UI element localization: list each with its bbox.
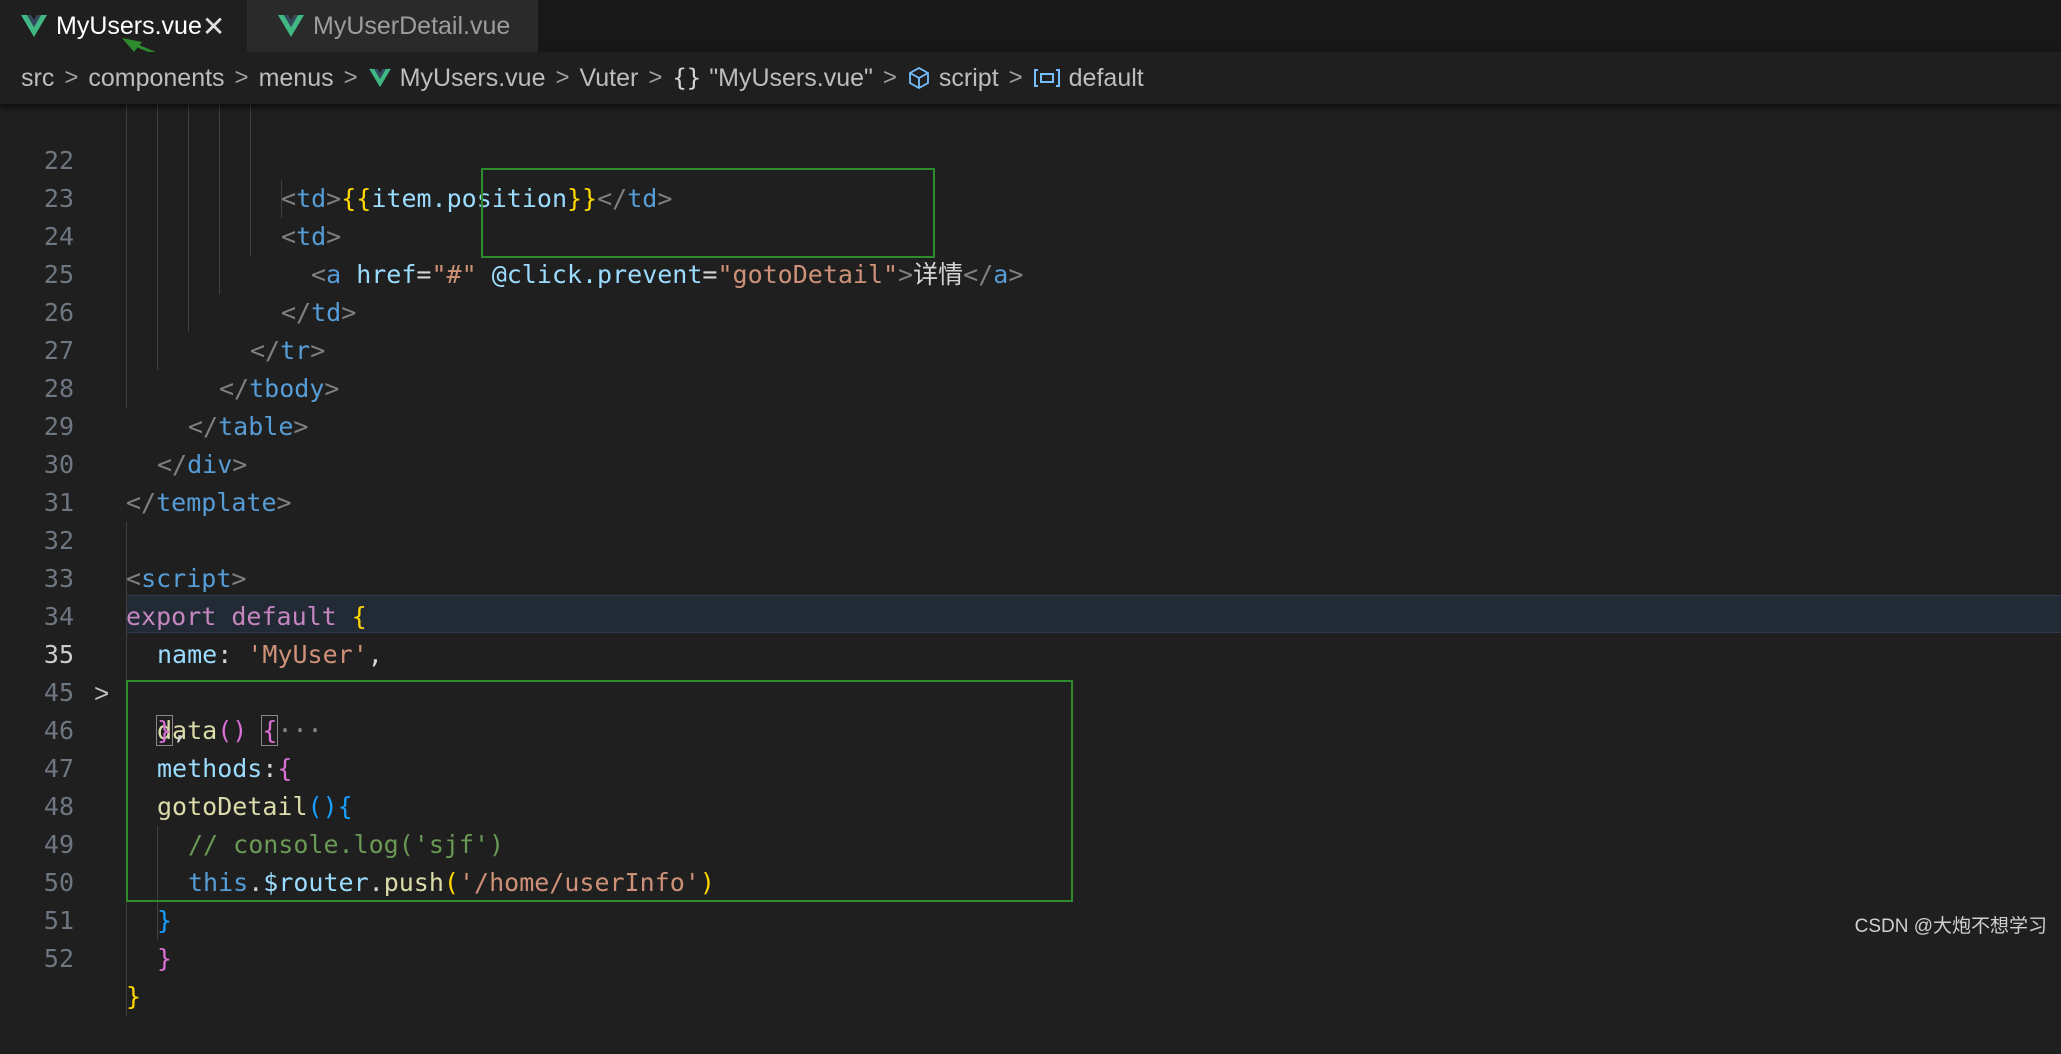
breadcrumb-item-script[interactable]: script	[907, 64, 999, 93]
breadcrumb: src > components > menus > MyUsers.vue >…	[0, 52, 2061, 104]
braces-icon: {}	[672, 64, 702, 92]
code-line: 30 </template>	[0, 408, 2061, 517]
vue-icon	[368, 68, 391, 88]
code-editor[interactable]: 22 <td>{{item.position}}</td> 23 <td> 24…	[0, 104, 2061, 1016]
chevron-right-icon: >	[234, 64, 249, 91]
code-line: 32 <script>	[0, 484, 2061, 593]
cube-icon	[909, 66, 929, 90]
breadcrumb-file-label: MyUsers.vue	[399, 63, 546, 92]
chevron-right-icon: >	[343, 64, 358, 91]
breadcrumb-module-label: "MyUsers.vue"	[709, 63, 873, 92]
field-icon	[1033, 69, 1060, 87]
code-line: 45 },	[0, 636, 2061, 746]
code-line: 26 </tr>	[0, 256, 2061, 365]
breadcrumb-script-label: script	[938, 63, 999, 92]
breadcrumb-item-menus[interactable]: menus	[259, 64, 334, 93]
breadcrumb-item-components[interactable]: components	[88, 64, 224, 93]
code-line: 31	[0, 446, 2061, 517]
code-line: 22 <td>{{item.position}}</td>	[0, 104, 2061, 213]
code-line: 25 </td>	[0, 218, 2061, 327]
tab-myuserdetail-vue[interactable]: MyUserDetail.vue	[247, 0, 538, 52]
breadcrumb-item-vuter[interactable]: Vuter	[580, 64, 639, 93]
breadcrumb-item-default[interactable]: default	[1033, 64, 1144, 93]
breadcrumb-default-label: default	[1068, 63, 1144, 92]
code-line: 28 </table>	[0, 332, 2061, 441]
editor-tab-bar: MyUsers.vue ✕ MyUserDetail.vue	[0, 0, 2061, 52]
annotation-box-click-handler	[481, 168, 935, 258]
code-line: 27 </tbody>	[0, 294, 2061, 403]
chevron-right-icon: >	[882, 64, 897, 91]
watermark: CSDN @大炮不想学习	[1854, 916, 2047, 937]
code-line-current: 35 > data() {···	[0, 598, 2061, 746]
annotation-box-methods	[126, 680, 1073, 902]
chevron-right-icon: >	[648, 64, 663, 91]
tab-label: MyUserDetail.vue	[313, 11, 511, 40]
code-line: 24 <a href="#" @click.prevent="gotoDetai…	[0, 180, 2061, 289]
vue-file-icon	[278, 15, 304, 37]
code-line: 23 <td>	[0, 142, 2061, 251]
code-line: 33 export default {	[0, 522, 2061, 631]
chevron-right-icon: >	[1008, 64, 1023, 91]
breadcrumb-item-src[interactable]: src	[21, 64, 54, 93]
chevron-right-icon: >	[555, 64, 570, 91]
breadcrumb-item-file[interactable]: MyUsers.vue	[368, 64, 546, 93]
breadcrumb-item-module[interactable]: {} "MyUsers.vue"	[672, 64, 873, 93]
code-line: 29 </div>	[0, 370, 2061, 479]
code-line: 34 name: 'MyUser',	[0, 560, 2061, 669]
code-line: 52 }	[0, 902, 2061, 1011]
chevron-right-icon: >	[64, 64, 79, 91]
